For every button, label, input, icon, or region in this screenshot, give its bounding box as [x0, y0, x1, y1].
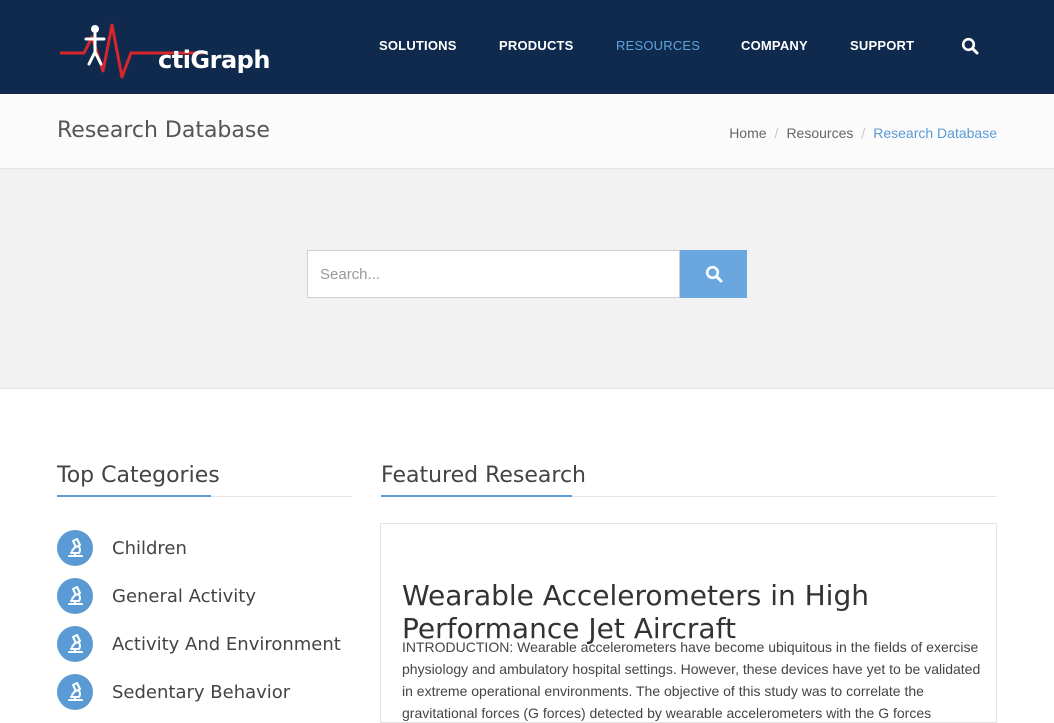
page-title: Research Database — [57, 118, 270, 143]
microscope-icon — [57, 626, 93, 662]
search-input[interactable] — [307, 250, 680, 298]
nav-solutions[interactable]: SOLUTIONS — [379, 38, 457, 53]
breadcrumb-resources[interactable]: Resources — [786, 125, 853, 141]
breadcrumb-separator: / — [861, 125, 866, 141]
category-item[interactable]: Sedentary Behavior — [57, 674, 352, 722]
heading-underline — [57, 495, 211, 497]
search-icon — [705, 265, 723, 283]
nav-products[interactable]: PRODUCTS — [499, 38, 574, 53]
nav-support[interactable]: SUPPORT — [850, 38, 914, 53]
search-button[interactable] — [680, 250, 747, 298]
microscope-icon — [57, 674, 93, 710]
top-categories-heading: Top Categories — [57, 463, 220, 488]
breadcrumb-separator: / — [774, 125, 779, 141]
featured-research-heading: Featured Research — [381, 463, 587, 488]
breadcrumb: Home / Resources / Research Database — [729, 125, 997, 141]
main-nav: SOLUTIONS PRODUCTS RESOURCES COMPANY SUP… — [0, 38, 1054, 58]
category-list: Children General Activity Activity And E… — [57, 530, 352, 722]
breadcrumb-current: Research Database — [873, 125, 997, 141]
category-label: Sedentary Behavior — [112, 682, 291, 703]
page-title-bar: Research Database Home / Resources / Researc… — [0, 94, 1054, 169]
category-item[interactable]: General Activity — [57, 578, 352, 626]
category-item[interactable]: Activity And Environment — [57, 626, 352, 674]
category-label: Children — [112, 538, 187, 559]
microscope-icon — [57, 578, 93, 614]
category-label: General Activity — [112, 586, 256, 607]
category-label: Activity And Environment — [112, 634, 341, 655]
nav-company[interactable]: COMPANY — [741, 38, 808, 53]
nav-resources[interactable]: RESOURCES — [616, 38, 700, 53]
search-section — [0, 169, 1054, 389]
search-icon[interactable] — [961, 37, 979, 55]
heading-underline — [381, 495, 572, 497]
breadcrumb-home[interactable]: Home — [729, 125, 766, 141]
site-header: ctiGraph SOLUTIONS PRODUCTS RESOURCES CO… — [0, 0, 1054, 94]
category-item[interactable]: Children — [57, 530, 352, 578]
microscope-icon — [57, 530, 93, 566]
featured-research-card: Wearable Accelerometers in High Performa… — [380, 523, 997, 723]
